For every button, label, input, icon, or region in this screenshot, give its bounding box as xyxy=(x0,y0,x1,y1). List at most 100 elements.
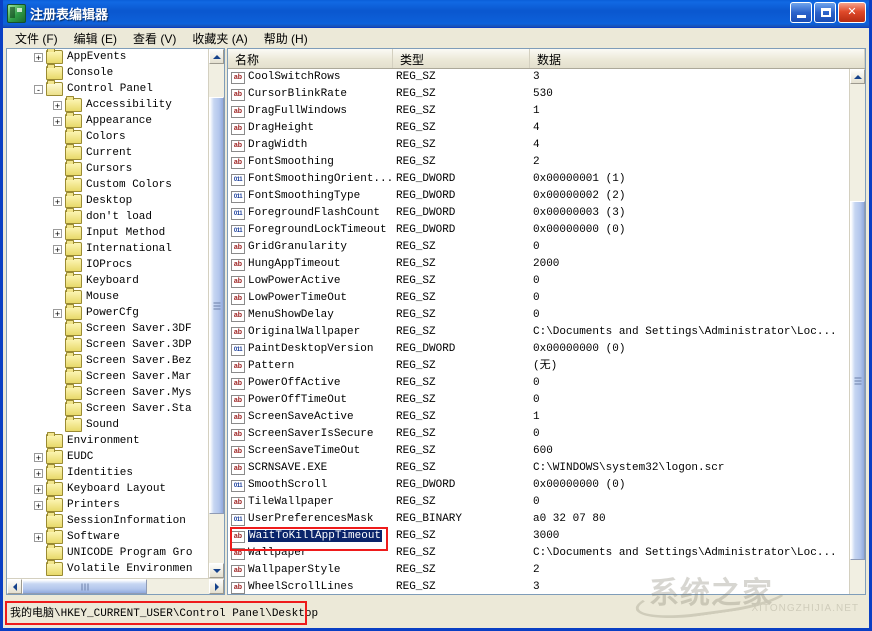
tree-node[interactable]: Keyboard xyxy=(7,273,209,289)
tree-node[interactable]: +PowerCfg xyxy=(7,305,209,321)
table-row[interactable]: abWaitToKillAppTimeoutREG_SZ3000 xyxy=(228,528,850,545)
tree-node[interactable]: +Desktop xyxy=(7,193,209,209)
tree-scroll-left-arrow[interactable] xyxy=(7,579,22,594)
table-row[interactable]: abMenuShowDelayREG_SZ0 xyxy=(228,307,850,324)
tree-expand-icon[interactable]: + xyxy=(53,117,62,126)
table-row[interactable]: abLowPowerActiveREG_SZ0 xyxy=(228,273,850,290)
menu-view[interactable]: 查看 (V) xyxy=(125,28,184,49)
tree-node[interactable]: +International xyxy=(7,241,209,257)
table-row[interactable]: 011UserPreferencesMaskREG_BINARYa0 32 07… xyxy=(228,511,850,528)
tree-node[interactable]: don't load xyxy=(7,209,209,225)
tree-collapse-icon[interactable]: - xyxy=(34,85,43,94)
table-row[interactable]: abScreenSaveTimeOutREG_SZ600 xyxy=(228,443,850,460)
tree-node[interactable]: Screen Saver.Bez xyxy=(7,353,209,369)
close-button[interactable]: ✕ xyxy=(838,2,866,23)
table-row[interactable]: abPatternREG_SZ(无) xyxy=(228,358,850,375)
registry-tree[interactable]: +AppEventsConsole-Control Panel+Accessib… xyxy=(7,49,209,578)
tree-node[interactable]: +AppEvents xyxy=(7,49,209,65)
menu-file[interactable]: 文件 (F) xyxy=(7,28,66,49)
tree-node[interactable]: +Input Method xyxy=(7,225,209,241)
table-row[interactable]: 011PaintDesktopVersionREG_DWORD0x0000000… xyxy=(228,341,850,358)
tree-node[interactable]: SessionInformation xyxy=(7,513,209,529)
tree-node[interactable]: +EUDC xyxy=(7,449,209,465)
table-row[interactable]: abSCRNSAVE.EXEREG_SZC:\WINDOWS\system32\… xyxy=(228,460,850,477)
table-row[interactable]: 011ForegroundLockTimeoutREG_DWORD0x00000… xyxy=(228,222,850,239)
table-row[interactable]: abScreenSaveActiveREG_SZ1 xyxy=(228,409,850,426)
tree-node[interactable]: -Control Panel xyxy=(7,81,209,97)
list-scroll-up-arrow[interactable] xyxy=(850,69,865,84)
tree-expand-icon[interactable]: + xyxy=(34,453,43,462)
table-row[interactable]: abDragFullWindowsREG_SZ1 xyxy=(228,103,850,120)
tree-node[interactable]: IOProcs xyxy=(7,257,209,273)
tree-node[interactable]: Current xyxy=(7,145,209,161)
table-row[interactable]: abDragHeightREG_SZ4 xyxy=(228,120,850,137)
tree-expand-icon[interactable]: + xyxy=(53,101,62,110)
list-scroll-thumb[interactable] xyxy=(850,201,865,560)
tree-scroll-thumb[interactable] xyxy=(209,97,224,514)
tree-hscroll-thumb[interactable] xyxy=(22,579,147,594)
table-row[interactable]: abHungAppTimeoutREG_SZ2000 xyxy=(228,256,850,273)
tree-scroll-down-arrow[interactable] xyxy=(209,563,224,578)
tree-expand-icon[interactable]: + xyxy=(34,533,43,542)
table-row[interactable]: abWallpaperStyleREG_SZ2 xyxy=(228,562,850,579)
menu-edit[interactable]: 编辑 (E) xyxy=(66,28,125,49)
tree-scroll-right-arrow[interactable] xyxy=(209,579,224,594)
column-header-type[interactable]: 类型 xyxy=(393,49,530,68)
tree-expand-icon[interactable]: + xyxy=(53,245,62,254)
table-row[interactable]: abDragWidthREG_SZ4 xyxy=(228,137,850,154)
list-vertical-scrollbar[interactable] xyxy=(849,69,865,594)
table-row[interactable]: abCoolSwitchRowsREG_SZ3 xyxy=(228,69,850,86)
tree-horizontal-scrollbar[interactable] xyxy=(7,578,224,594)
tree-scroll-up-arrow[interactable] xyxy=(209,49,224,64)
table-row[interactable]: 011SmoothScrollREG_DWORD0x00000000 (0) xyxy=(228,477,850,494)
tree-node[interactable]: Custom Colors xyxy=(7,177,209,193)
tree-node[interactable]: Console xyxy=(7,65,209,81)
tree-vertical-scrollbar[interactable] xyxy=(208,49,224,578)
menu-help[interactable]: 帮助 (H) xyxy=(256,28,316,49)
tree-node[interactable]: Screen Saver.Mys xyxy=(7,385,209,401)
tree-expand-icon[interactable]: + xyxy=(53,309,62,318)
tree-node[interactable]: Screen Saver.Sta xyxy=(7,401,209,417)
tree-node[interactable]: Colors xyxy=(7,129,209,145)
column-header-name[interactable]: 名称 xyxy=(228,49,393,68)
table-row[interactable]: 011FontSmoothingTypeREG_DWORD0x00000002 … xyxy=(228,188,850,205)
table-row[interactable]: abCursorBlinkRateREG_SZ530 xyxy=(228,86,850,103)
table-row[interactable]: abPowerOffActiveREG_SZ0 xyxy=(228,375,850,392)
tree-node[interactable]: Screen Saver.3DF xyxy=(7,321,209,337)
tree-expand-icon[interactable]: + xyxy=(34,469,43,478)
table-row[interactable]: abScreenSaverIsSecureREG_SZ0 xyxy=(228,426,850,443)
tree-node[interactable]: +Printers xyxy=(7,497,209,513)
tree-expand-icon[interactable]: + xyxy=(53,197,62,206)
menu-favorites[interactable]: 收藏夹 (A) xyxy=(184,28,255,49)
tree-expand-icon[interactable]: + xyxy=(34,501,43,510)
column-header-data[interactable]: 数据 xyxy=(530,49,865,68)
tree-node[interactable]: UNICODE Program Gro xyxy=(7,545,209,561)
tree-hscroll-track[interactable] xyxy=(22,579,209,594)
tree-node[interactable]: +Identities xyxy=(7,465,209,481)
tree-node[interactable]: +Software xyxy=(7,529,209,545)
table-row[interactable]: abOriginalWallpaperREG_SZC:\Documents an… xyxy=(228,324,850,341)
tree-node[interactable]: Environment xyxy=(7,433,209,449)
table-row[interactable]: 011FontSmoothingOrient...REG_DWORD0x0000… xyxy=(228,171,850,188)
table-row[interactable]: abWallpaperREG_SZC:\Documents and Settin… xyxy=(228,545,850,562)
tree-expand-icon[interactable]: + xyxy=(34,485,43,494)
table-row[interactable]: abTileWallpaperREG_SZ0 xyxy=(228,494,850,511)
tree-node[interactable]: Screen Saver.Mar xyxy=(7,369,209,385)
table-row[interactable]: abWheelScrollLinesREG_SZ3 xyxy=(228,579,850,594)
registry-value-rows[interactable]: abCoolSwitchRowsREG_SZ3abCursorBlinkRate… xyxy=(228,69,850,594)
tree-node[interactable]: +Accessibility xyxy=(7,97,209,113)
tree-node[interactable]: Sound xyxy=(7,417,209,433)
tree-node[interactable]: Screen Saver.3DP xyxy=(7,337,209,353)
tree-node[interactable]: +Keyboard Layout xyxy=(7,481,209,497)
tree-node[interactable]: Cursors xyxy=(7,161,209,177)
table-row[interactable]: abPowerOffTimeOutREG_SZ0 xyxy=(228,392,850,409)
maximize-button[interactable] xyxy=(814,2,836,23)
table-row[interactable]: abGridGranularityREG_SZ0 xyxy=(228,239,850,256)
tree-node[interactable]: +Appearance xyxy=(7,113,209,129)
tree-node[interactable]: Mouse xyxy=(7,289,209,305)
table-row[interactable]: abLowPowerTimeOutREG_SZ0 xyxy=(228,290,850,307)
table-row[interactable]: abFontSmoothingREG_SZ2 xyxy=(228,154,850,171)
minimize-button[interactable] xyxy=(790,2,812,23)
tree-node[interactable]: Volatile Environmen xyxy=(7,561,209,577)
tree-expand-icon[interactable]: + xyxy=(53,229,62,238)
